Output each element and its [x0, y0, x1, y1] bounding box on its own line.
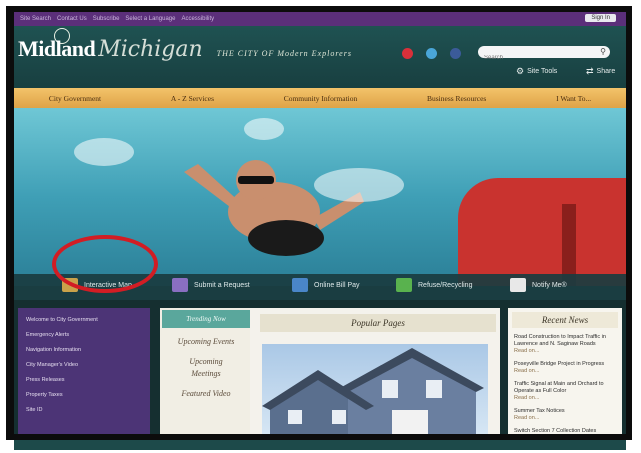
nav-item-city-government[interactable]: City Government: [49, 94, 101, 103]
left-menu-item[interactable]: Press Releases: [26, 377, 150, 383]
site-tools-label: Site Tools: [527, 68, 558, 75]
quicklink-notify-me[interactable]: Notify Me®: [532, 282, 567, 289]
nav-item-services[interactable]: A - Z Services: [171, 94, 214, 103]
read-more-link[interactable]: Read on...: [514, 348, 618, 355]
quicklink-submit-request[interactable]: Submit a Request: [194, 282, 250, 289]
left-menu: Welcome to City Government Emergency Ale…: [18, 308, 150, 434]
topbar-link[interactable]: Site Search: [20, 16, 51, 22]
left-menu-item[interactable]: Navigation Information: [26, 347, 150, 353]
site-tools-link[interactable]: ⚙ Site Tools: [516, 66, 557, 77]
recent-news-title: Recent News: [512, 312, 618, 328]
water-splash: [244, 118, 284, 140]
top-utility-bar: Site Search Contact Us Subscribe Select …: [14, 12, 626, 26]
left-menu-item[interactable]: Welcome to City Government: [26, 317, 150, 323]
trending-column: Trending Now Upcoming Events Upcoming Me…: [160, 308, 252, 434]
left-menu-item[interactable]: Emergency Alerts: [26, 332, 150, 338]
topbar-link[interactable]: Accessibility: [181, 16, 214, 22]
water-splash: [314, 168, 404, 202]
house-illustration: [262, 348, 484, 434]
share-link[interactable]: ⇄ Share: [586, 66, 615, 77]
topbar-link[interactable]: Select a Language: [125, 16, 175, 22]
main-navigation: City Government A - Z Services Community…: [14, 88, 626, 108]
search-input[interactable]: [478, 52, 594, 64]
quicklink-online-bill-pay[interactable]: Online Bill Pay: [314, 282, 360, 289]
news-item-text: Road Construction to Impact Traffic in L…: [514, 334, 606, 347]
quicklink-refuse-recycling[interactable]: Refuse/Recycling: [418, 282, 472, 289]
news-item-text: Poseyville Bridge Project in Progress: [514, 361, 605, 367]
news-item-text: Switch Section 7 Collection Dates: [514, 428, 597, 434]
youtube-icon[interactable]: [402, 48, 413, 59]
topbar-link[interactable]: Subscribe: [93, 16, 120, 22]
news-item[interactable]: Road Construction to Impact Traffic in L…: [514, 334, 618, 355]
nav-item-business[interactable]: Business Resources: [427, 94, 486, 103]
news-item[interactable]: Poseyville Bridge Project in Progress Re…: [514, 361, 618, 375]
water-splash: [74, 138, 134, 166]
left-menu-item[interactable]: Property Taxes: [26, 392, 150, 398]
read-more-link[interactable]: Read on...: [514, 395, 618, 402]
request-icon: [172, 278, 188, 292]
news-item[interactable]: Summer Tax Notices Read on...: [514, 408, 618, 422]
recent-news-panel: Recent News Road Construction to Impact …: [508, 308, 622, 434]
share-label: Share: [596, 68, 616, 75]
news-item[interactable]: Switch Section 7 Collection Dates: [514, 428, 618, 434]
site-logo[interactable]: Midland Michigan THE CITY OF Modern Expl…: [18, 36, 352, 62]
upcoming-events-link[interactable]: Upcoming Events: [176, 336, 236, 348]
news-item-text: Traffic Signal at Main and Orchard to Op…: [514, 381, 604, 394]
read-more-link[interactable]: Read on...: [514, 368, 618, 375]
recycling-icon: [396, 278, 412, 292]
topbar-link[interactable]: Contact Us: [57, 16, 87, 22]
read-more-link[interactable]: Read on...: [514, 415, 618, 422]
house-photo[interactable]: [262, 344, 488, 434]
nav-item-community[interactable]: Community Information: [284, 94, 358, 103]
facebook-icon[interactable]: [450, 48, 461, 59]
site-search: ⚲: [478, 46, 610, 64]
popular-pages-title: Popular Pages: [260, 314, 496, 332]
city-homepage: Site Search Contact Us Subscribe Select …: [14, 12, 626, 434]
highlight-circle-annotation: [52, 235, 158, 293]
logo-main-text: Midland: [18, 36, 96, 61]
sign-in-button[interactable]: Sign In: [585, 14, 616, 22]
tab-trending-now[interactable]: Trending Now: [162, 310, 250, 328]
logo-script-text: Michigan: [98, 37, 203, 62]
site-header: Midland Michigan THE CITY OF Modern Expl…: [14, 26, 626, 88]
news-item-text: Summer Tax Notices: [514, 408, 565, 414]
twitter-icon[interactable]: [426, 48, 437, 59]
left-menu-item[interactable]: Site ID: [26, 407, 150, 413]
frame-bottom-bar: [14, 440, 626, 450]
share-icon: ⇄: [586, 66, 594, 76]
news-item[interactable]: Traffic Signal at Main and Orchard to Op…: [514, 381, 618, 402]
featured-video-link[interactable]: Featured Video: [160, 388, 252, 400]
water-slide-shape: [458, 178, 626, 286]
boy-swimming-illustration: [184, 160, 364, 256]
gear-icon: ⚙: [516, 66, 525, 76]
nav-item-i-want-to[interactable]: I Want To...: [556, 94, 591, 103]
search-icon[interactable]: ⚲: [600, 46, 606, 58]
upcoming-meetings-link[interactable]: Upcoming Meetings: [176, 356, 236, 380]
left-menu-item[interactable]: City Manager's Video: [26, 362, 150, 368]
popular-pages-panel: Popular Pages: [250, 308, 500, 434]
notify-icon: [510, 278, 526, 292]
site-tagline: THE CITY OF Modern Explorers: [216, 49, 352, 58]
bill-pay-icon: [292, 278, 308, 292]
